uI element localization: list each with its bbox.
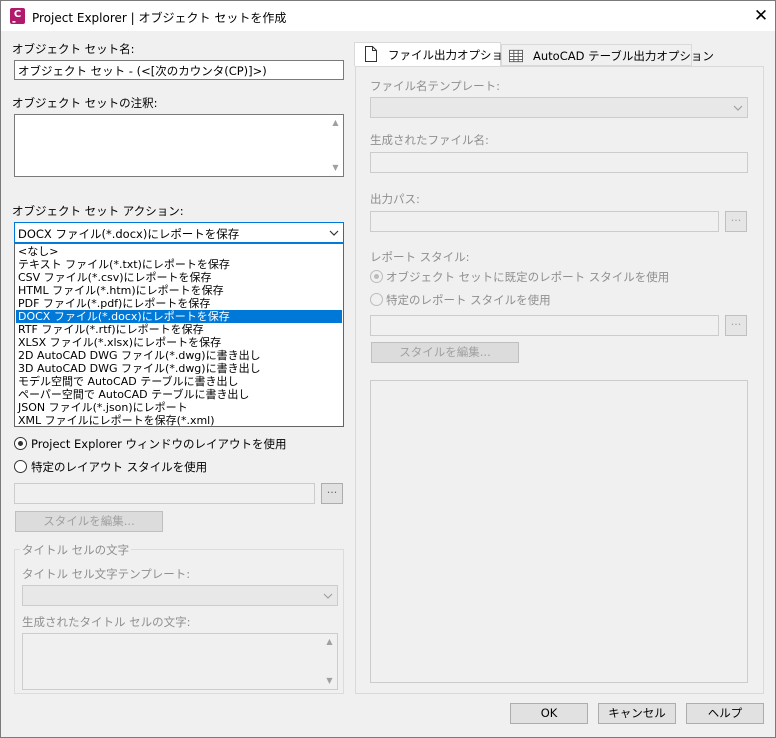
object-set-note-label: オブジェクト セットの注釈: bbox=[12, 96, 158, 110]
object-set-action-value: DOCX ファイル(*.docx)にレポートを保存 bbox=[18, 227, 240, 241]
help-button[interactable]: ヘルプ bbox=[686, 703, 764, 724]
filename-template-select bbox=[370, 97, 748, 118]
dropdown-option[interactable]: XLSX ファイル(*.xlsx)にレポートを保存 bbox=[16, 336, 342, 349]
object-set-name-value: オブジェクト セット - (<[次のカウンタ(CP)]>) bbox=[18, 64, 267, 78]
ok-button[interactable]: OK bbox=[510, 703, 588, 724]
report-style-label: レポート スタイル: bbox=[370, 250, 470, 264]
layout-window-radio[interactable] bbox=[14, 437, 27, 450]
browse-layout-style-button[interactable]: ··· bbox=[321, 483, 343, 504]
close-icon[interactable]: ✕ bbox=[749, 5, 773, 27]
filename-template-label: ファイル名テンプレート: bbox=[370, 79, 501, 93]
dropdown-option[interactable]: JSON ファイル(*.json)にレポート bbox=[16, 401, 342, 414]
browse-report-style-button[interactable]: ··· bbox=[725, 315, 747, 336]
dropdown-option[interactable]: CSV ファイル(*.csv)にレポートを保存 bbox=[16, 271, 342, 284]
title-generated-textarea: ▲ ▼ bbox=[22, 633, 338, 690]
object-set-note-textarea[interactable]: ▲ ▼ bbox=[14, 114, 344, 177]
tab-file-output-label: ファイル出力オプション bbox=[388, 48, 515, 62]
output-path-label: 出力パス: bbox=[370, 192, 420, 206]
object-set-action-label: オブジェクト セット アクション: bbox=[12, 204, 184, 218]
browse-output-path-button[interactable]: ··· bbox=[725, 211, 747, 232]
object-set-name-input[interactable]: オブジェクト セット - (<[次のカウンタ(CP)]>) bbox=[14, 60, 344, 80]
report-style-preview bbox=[370, 380, 748, 683]
dropdown-option[interactable]: RTF ファイル(*.rtf)にレポートを保存 bbox=[16, 323, 342, 336]
title-cell-group-label: タイトル セルの文字 bbox=[20, 542, 132, 558]
dropdown-option[interactable]: テキスト ファイル(*.txt)にレポートを保存 bbox=[16, 258, 342, 271]
title-template-label: タイトル セル文字テンプレート: bbox=[22, 567, 191, 581]
chevron-down-icon bbox=[733, 105, 743, 111]
chevron-down-icon bbox=[323, 593, 333, 599]
scroll-up-icon[interactable]: ▲ bbox=[331, 119, 340, 127]
report-style-default-radio-label[interactable]: オブジェクト セットに既定のレポート スタイルを使用 bbox=[386, 269, 669, 285]
tab-file-output[interactable]: ファイル出力オプション bbox=[354, 42, 515, 67]
report-style-specific-radio-label[interactable]: 特定のレポート スタイルを使用 bbox=[386, 292, 551, 308]
dropdown-option[interactable]: DOCX ファイル(*.docx)にレポートを保存 bbox=[16, 310, 342, 323]
dropdown-option[interactable]: XML ファイルにレポートを保存(*.xml) bbox=[16, 414, 342, 427]
title-bar[interactable]: C ▬ Project Explorer | オブジェクト セットを作成 ✕ bbox=[1, 1, 775, 31]
generated-filename-input bbox=[370, 152, 748, 173]
layout-style-path-input bbox=[14, 483, 315, 504]
output-path-input bbox=[370, 211, 719, 232]
dropdown-option[interactable]: ペーパー空間で AutoCAD テーブルに書き出し bbox=[16, 388, 342, 401]
edit-layout-style-button[interactable]: スタイルを編集... bbox=[15, 511, 163, 532]
cancel-button[interactable]: キャンセル bbox=[598, 703, 676, 724]
scroll-up-icon: ▲ bbox=[326, 637, 333, 646]
dialog-window: C ▬ Project Explorer | オブジェクト セットを作成 ✕ オブ… bbox=[0, 0, 776, 738]
scroll-down-icon: ▼ bbox=[326, 676, 333, 685]
scroll-down-icon[interactable]: ▼ bbox=[331, 164, 340, 172]
dropdown-option[interactable]: 2D AutoCAD DWG ファイル(*.dwg)に書き出し bbox=[16, 349, 342, 362]
title-generated-label: 生成されたタイトル セルの文字: bbox=[22, 615, 191, 629]
chevron-down-icon bbox=[329, 230, 339, 236]
object-set-action-select[interactable]: DOCX ファイル(*.docx)にレポートを保存 bbox=[14, 222, 344, 243]
object-set-action-dropdown[interactable]: <なし> テキスト ファイル(*.txt)にレポートを保存 CSV ファイル(*.c… bbox=[14, 243, 344, 427]
object-set-name-label: オブジェクト セット名: bbox=[12, 42, 135, 56]
autocad-app-icon: C ▬ bbox=[10, 8, 25, 24]
layout-window-radio-label[interactable]: Project Explorer ウィンドウのレイアウトを使用 bbox=[31, 436, 287, 452]
table-icon bbox=[509, 49, 523, 63]
document-icon bbox=[365, 46, 377, 62]
generated-filename-label: 生成されたファイル名: bbox=[370, 133, 489, 147]
dropdown-option[interactable]: 3D AutoCAD DWG ファイル(*.dwg)に書き出し bbox=[16, 362, 342, 375]
dropdown-option[interactable]: <なし> bbox=[16, 245, 342, 258]
tab-autocad-table-output[interactable]: AutoCAD テーブル出力オプション bbox=[501, 44, 714, 66]
dropdown-option[interactable]: HTML ファイル(*.htm)にレポートを保存 bbox=[16, 284, 342, 297]
report-style-default-radio[interactable] bbox=[370, 270, 383, 283]
tab-autocad-table-output-label: AutoCAD テーブル出力オプション bbox=[533, 49, 714, 63]
edit-report-style-button[interactable]: スタイルを編集... bbox=[371, 342, 519, 363]
report-style-path-input bbox=[370, 315, 719, 336]
title-template-select bbox=[22, 585, 338, 606]
dropdown-option[interactable]: モデル空間で AutoCAD テーブルに書き出し bbox=[16, 375, 342, 388]
report-style-specific-radio[interactable] bbox=[370, 293, 383, 306]
layout-specific-radio[interactable] bbox=[14, 460, 27, 473]
layout-specific-radio-label[interactable]: 特定のレイアウト スタイルを使用 bbox=[31, 459, 207, 475]
dropdown-option[interactable]: PDF ファイル(*.pdf)にレポートを保存 bbox=[16, 297, 342, 310]
window-title: Project Explorer | オブジェクト セットを作成 bbox=[32, 11, 287, 25]
